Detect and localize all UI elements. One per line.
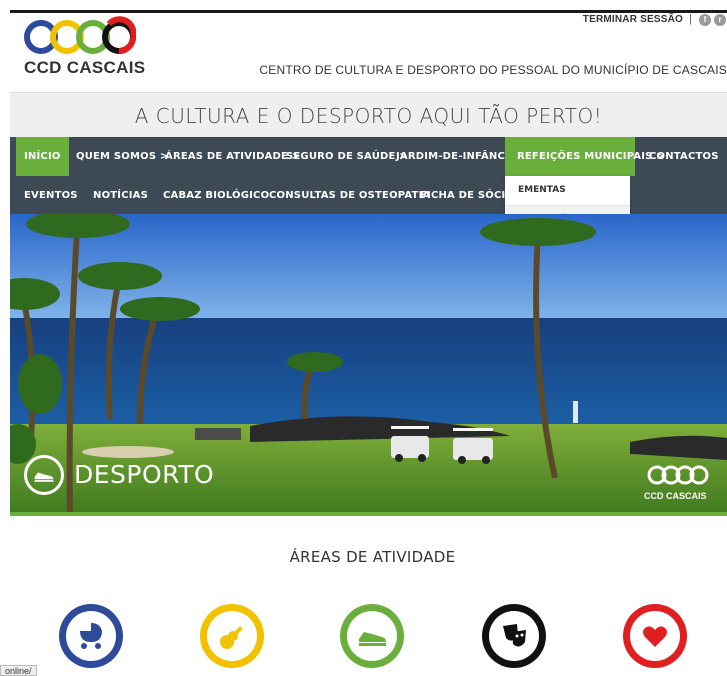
header-top-line [10, 10, 727, 13]
hero-title: DESPORTO [74, 460, 215, 489]
tagline: A CULTURA E O DESPORTO AQUI TÃO PERTO! [134, 104, 603, 128]
area-saude-button[interactable] [623, 604, 687, 668]
area-teatro-button[interactable] [482, 604, 546, 668]
stroller-icon [80, 623, 102, 649]
nav-item-eventos[interactable]: EVENTOS [16, 176, 86, 215]
nav-item-refeicoes-municipais[interactable]: REFEIÇÕES MUNICIPAIS > [505, 137, 665, 176]
hero-logo-text: CCD CASCAIS [644, 491, 707, 501]
nav-item-contactos[interactable]: CONTACTOS [641, 137, 727, 176]
area-cultura-button[interactable] [200, 604, 264, 668]
nav-item-noticias[interactable]: NOTÍCIAS [85, 176, 156, 215]
hero-banner[interactable]: DESPORTO CCD CASCAIS [10, 214, 727, 515]
areas-section-title: ÁREAS DE ATIVIDADE [289, 548, 456, 566]
area-infancia-button[interactable] [59, 604, 123, 668]
organization-title: CENTRO DE CULTURA E DESPORTO DO PESSOAL … [259, 63, 727, 77]
header: CCD CASCAIS TERMINAR SESSÃO | f r CENTRO… [0, 0, 727, 92]
ccd-logo-rings[interactable] [24, 16, 136, 58]
tagline-bar: A CULTURA E O DESPORTO AQUI TÃO PERTO! [10, 92, 727, 137]
sneaker-icon [359, 632, 386, 646]
status-bar-url: online/ [0, 665, 37, 676]
facebook-icon[interactable]: f [699, 14, 711, 26]
hero-bottom-accent [10, 512, 727, 516]
guitar-icon [220, 626, 243, 649]
nav-item-cabaz-biologico[interactable]: CABAZ BIOLÓGICO [155, 176, 277, 215]
theater-masks-icon [503, 624, 526, 647]
header-separator: | [689, 13, 692, 25]
area-desporto-button[interactable] [340, 604, 404, 668]
heart-icon [643, 626, 667, 647]
sneaker-icon [24, 455, 64, 495]
logo-text[interactable]: CCD CASCAIS [24, 58, 145, 78]
rss-icon[interactable]: r [714, 14, 726, 26]
nav-item-inicio[interactable]: INÍCIO [16, 137, 69, 176]
logout-link[interactable]: TERMINAR SESSÃO [583, 14, 683, 25]
dropdown-item-ementas[interactable]: EMENTAS [505, 176, 630, 205]
